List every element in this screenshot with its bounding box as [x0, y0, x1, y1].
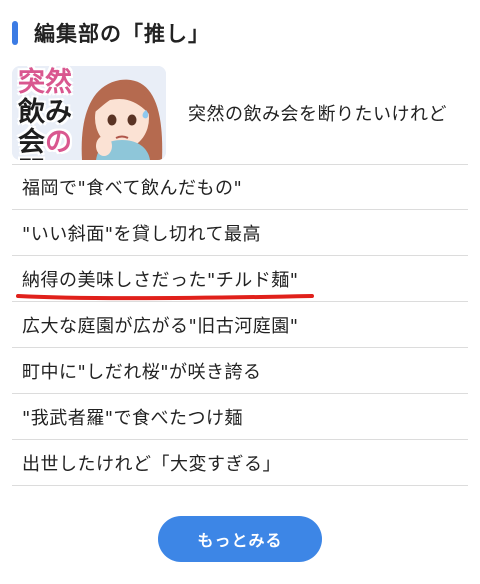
- list-item[interactable]: 出世したけれど「大変すぎる」: [12, 440, 468, 486]
- list-item[interactable]: 広大な庭園が広がる"旧古河庭園": [12, 302, 468, 348]
- more-button[interactable]: もっとみる: [158, 516, 322, 562]
- feature-title: 突然の飲み会を断りたいけれど: [188, 104, 447, 125]
- section-accent-bar: [12, 21, 18, 45]
- section-header: 編集部の「推し」: [12, 18, 210, 48]
- feature-article[interactable]: 突然 飲み会の 問 突然の飲み会を断りたいけれど: [12, 62, 468, 165]
- page: 編集部の「推し」 突然 飲み会の 問 突然の飲み会を断りたいけれど: [0, 0, 480, 584]
- list-item[interactable]: "我武者羅"で食べたつけ麺: [12, 394, 468, 440]
- list-item-highlighted[interactable]: 納得の美味しさだった"チルド麺": [12, 256, 468, 302]
- thumbnail-caption-line: の: [45, 127, 72, 158]
- feature-thumbnail[interactable]: 突然 飲み会の 問: [12, 66, 166, 160]
- list-item[interactable]: 町中に"しだれ桜"が咲き誇る: [12, 348, 468, 394]
- section-title: 編集部の「推し」: [34, 22, 210, 46]
- red-underline-annotation: [16, 294, 314, 301]
- thumbnail-caption-line: 突然: [18, 67, 72, 98]
- list-item[interactable]: 福岡で"食べて飲んだもの": [12, 164, 468, 210]
- list-item-label: 納得の美味しさだった"チルド麺": [22, 269, 299, 291]
- thumbnail-caption: 突然 飲み会の 問: [18, 67, 90, 161]
- thumbnail-caption-line: 問: [18, 157, 45, 161]
- list-item[interactable]: "いい斜面"を貸し切れて最高: [12, 210, 468, 256]
- article-list: 福岡で"食べて飲んだもの" "いい斜面"を貸し切れて最高 納得の美味しさだった"…: [12, 164, 468, 486]
